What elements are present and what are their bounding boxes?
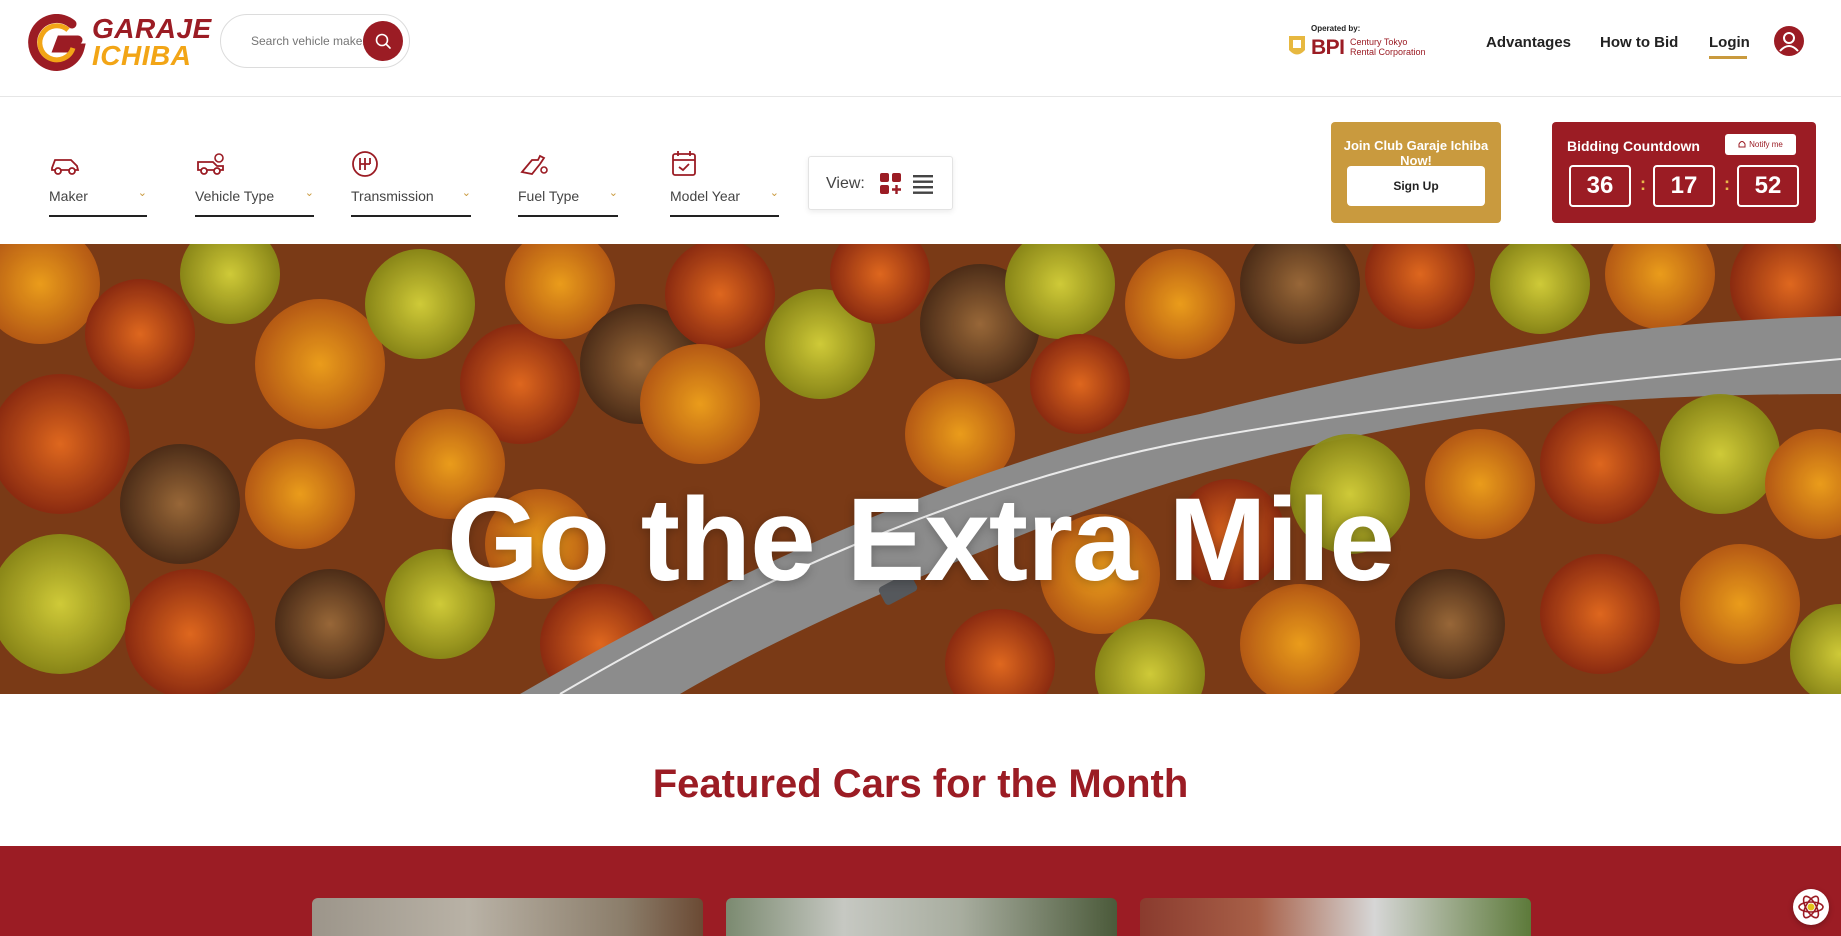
filter-underline bbox=[518, 215, 618, 217]
notify-me-label: Notify me bbox=[1749, 140, 1783, 149]
countdown-minutes: 17 bbox=[1653, 165, 1715, 207]
filter-fuel-type-label: Fuel Type bbox=[518, 188, 580, 204]
logo-line1: GARAJE bbox=[92, 13, 212, 45]
logo-line2: ICHIBA bbox=[92, 40, 192, 71]
logo[interactable]: GARAJE ICHIBA bbox=[28, 14, 212, 72]
atom-icon bbox=[1798, 895, 1824, 919]
grid-icon[interactable] bbox=[880, 173, 902, 195]
bell-icon bbox=[1738, 141, 1746, 148]
club-title: Join Club Garaje Ichiba Now! bbox=[1343, 138, 1489, 168]
hero-banner: Go the Extra Mile bbox=[0, 244, 1841, 694]
operator-sub-line1: Century Tokyo bbox=[1350, 37, 1408, 47]
chevron-down-icon: ⌄ bbox=[461, 187, 471, 199]
featured-car-card[interactable] bbox=[726, 898, 1117, 936]
operator-label: Operated by: bbox=[1311, 24, 1361, 33]
filter-underline bbox=[195, 215, 314, 217]
featured-car-card[interactable] bbox=[312, 898, 703, 936]
filter-maker-label: Maker bbox=[49, 188, 88, 204]
gear-shift-icon bbox=[352, 151, 378, 177]
nav-how-to-bid[interactable]: How to Bid bbox=[1600, 34, 1678, 51]
chevron-down-icon: ⌄ bbox=[769, 187, 779, 199]
featured-car-card[interactable] bbox=[1140, 898, 1531, 936]
nav-advantages[interactable]: Advantages bbox=[1486, 34, 1571, 51]
search-icon bbox=[375, 33, 391, 49]
chevron-down-icon: ⌄ bbox=[608, 187, 618, 199]
nav-login[interactable]: Login bbox=[1709, 34, 1750, 51]
user-icon bbox=[1779, 32, 1799, 52]
sign-up-button[interactable]: Sign Up bbox=[1347, 166, 1485, 206]
filter-underline bbox=[670, 215, 779, 217]
countdown-hours: 36 bbox=[1569, 165, 1631, 207]
club-signup-panel: Join Club Garaje Ichiba Now! Sign Up bbox=[1331, 122, 1501, 223]
bpi-crest-icon bbox=[1289, 36, 1305, 55]
search-bar bbox=[220, 14, 410, 68]
hero-autumn-road-image bbox=[0, 244, 1841, 694]
view-label: View: bbox=[826, 175, 865, 192]
site-header: GARAJE ICHIBA Operated by: BPI Century T… bbox=[0, 0, 1841, 97]
bidding-countdown-panel: Bidding Countdown Notify me 36 : 17 : 52 bbox=[1552, 122, 1816, 223]
filter-underline bbox=[351, 215, 471, 217]
filter-transmission[interactable]: Transmission ⌄ bbox=[351, 150, 471, 218]
logo-mark-icon bbox=[28, 14, 86, 71]
filter-transmission-label: Transmission bbox=[351, 188, 434, 204]
filter-fuel-type[interactable]: Fuel Type ⌄ bbox=[518, 150, 618, 218]
hero-title: Go the Extra Mile bbox=[447, 474, 1395, 606]
account-button[interactable] bbox=[1774, 26, 1804, 56]
login-active-underline bbox=[1709, 56, 1747, 59]
filter-vehicle-type[interactable]: Vehicle Type ⌄ bbox=[195, 150, 314, 218]
countdown-separator: : bbox=[1640, 174, 1646, 194]
search-input[interactable] bbox=[251, 34, 369, 48]
filter-model-year[interactable]: Model Year ⌄ bbox=[670, 150, 779, 218]
fuel-nozzle-icon bbox=[520, 154, 548, 175]
operator-sub-line2: Rental Corporation bbox=[1350, 47, 1426, 57]
filter-maker[interactable]: Maker ⌄ bbox=[49, 150, 147, 218]
car-icon bbox=[51, 159, 80, 175]
countdown-seconds: 52 bbox=[1737, 165, 1799, 207]
view-toggle: View: bbox=[808, 156, 953, 210]
chevron-down-icon: ⌄ bbox=[304, 187, 314, 199]
notify-me-button[interactable]: Notify me bbox=[1725, 134, 1796, 155]
featured-section-title: Featured Cars for the Month bbox=[652, 762, 1189, 806]
floating-helper-button[interactable] bbox=[1793, 889, 1829, 925]
chevron-down-icon: ⌄ bbox=[137, 187, 147, 199]
logo-text: GARAJE ICHIBA bbox=[92, 13, 212, 71]
truck-icon bbox=[197, 153, 224, 175]
filter-model-year-label: Model Year bbox=[670, 188, 741, 204]
countdown-title: Bidding Countdown bbox=[1567, 138, 1700, 154]
countdown-separator: : bbox=[1724, 174, 1730, 194]
operator-subtitle: Century Tokyo Rental Corporation bbox=[1350, 37, 1426, 57]
filter-vehicle-type-label: Vehicle Type bbox=[195, 188, 275, 204]
operator-badge: Operated by: BPI Century Tokyo Rental Co… bbox=[1287, 24, 1437, 64]
operator-name: BPI bbox=[1311, 36, 1345, 59]
list-icon[interactable] bbox=[913, 174, 933, 194]
calendar-icon bbox=[672, 151, 696, 176]
search-button[interactable] bbox=[363, 21, 403, 61]
filter-underline bbox=[49, 215, 147, 217]
